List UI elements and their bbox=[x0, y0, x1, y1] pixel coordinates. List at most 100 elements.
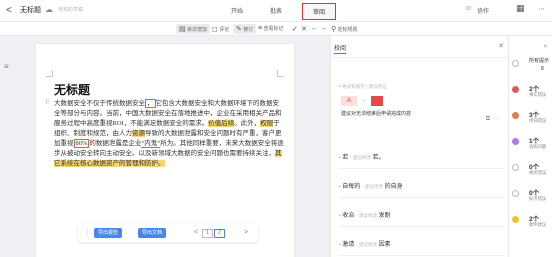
review-panel: 校阅 ✕ • 格式和规范 | 建议修正 A → 建议对无法结束后申请完成内容 ⋯… bbox=[330, 36, 508, 257]
toc-button[interactable]: ▤ 目次增加 bbox=[176, 24, 211, 34]
back-icon[interactable]: < bbox=[6, 5, 12, 16]
category-dot-icon bbox=[512, 86, 519, 93]
card-suggestion: 若。 bbox=[372, 155, 385, 161]
outline-menu-icon[interactable]: ≡ bbox=[4, 62, 9, 71]
drag-dots-icon[interactable]: ⋮ bbox=[84, 228, 91, 236]
prev-icon[interactable]: ← bbox=[311, 25, 318, 32]
review-card[interactable]: • 格式和规范 | 建议修正 A → 建议对无法结束后申请完成内容 ⋯ ⧉ bbox=[339, 82, 504, 138]
document-heading[interactable]: 无标题 bbox=[54, 81, 90, 98]
card-meta: 建议修改 bbox=[353, 155, 372, 160]
category-dot-icon bbox=[512, 164, 519, 171]
toc-icon: ▤ bbox=[179, 26, 186, 33]
rules-icon: ⚲ bbox=[331, 26, 337, 33]
reject-icon[interactable]: ✕ bbox=[301, 25, 307, 33]
left-gutter: ≡ bbox=[0, 36, 14, 257]
stat-label: 8 bbox=[541, 66, 544, 72]
text-run: 的数据泄露是企业 bbox=[89, 140, 142, 147]
rules-button[interactable]: ⚲ 定标规则 bbox=[331, 25, 358, 33]
track-changes-button[interactable]: ✎ 修订 bbox=[233, 24, 257, 34]
card-suggestion: 发耐 bbox=[378, 213, 391, 219]
card-suggestion: 建议对无法结束后申请完成内容 bbox=[341, 111, 412, 117]
review-card[interactable]: • 自每的 · 建议修改 的自身 bbox=[339, 175, 504, 198]
bottom-bar: ⋮ 导出报告 导出文档 < 1 2 > bbox=[78, 224, 258, 242]
category-dot-icon bbox=[512, 216, 519, 223]
prev-page-icon[interactable]: < bbox=[194, 229, 198, 236]
next-page-icon[interactable]: > bbox=[244, 229, 248, 236]
collaborate-button[interactable]: 协作 bbox=[477, 6, 489, 15]
card-suggestion: 的自身 bbox=[384, 184, 403, 190]
suggestion-chip[interactable] bbox=[371, 96, 383, 106]
accept-icon[interactable]: ✓ bbox=[292, 25, 298, 33]
highlight-box[interactable]: 80% bbox=[73, 139, 90, 148]
stat-label: 标点错误 bbox=[529, 196, 547, 201]
page-2[interactable]: 2 bbox=[214, 229, 225, 238]
bullet: • bbox=[339, 213, 341, 219]
card-suggestion: 因素 bbox=[378, 242, 391, 248]
user-icon[interactable]: ☺ bbox=[465, 5, 472, 12]
stat-label: 语病问题 bbox=[529, 144, 547, 149]
top-bar: < 无标题 ☁ 未知的草稿 开始 批表 审阅 ☺ 协作 ▦ ⋯ bbox=[0, 0, 552, 22]
stat-filter[interactable]: 1个 语病问题 bbox=[509, 134, 552, 158]
category-dot-icon bbox=[512, 60, 519, 67]
document-paragraph[interactable]: 大数据安全不仅于传统数据安全，它包含大数据安全和大数据环境下的数据安全等部分与内… bbox=[54, 99, 284, 169]
stat-filter[interactable]: 所有提示 8 bbox=[509, 56, 552, 80]
more-icon[interactable]: ⋯ bbox=[494, 116, 500, 123]
card-meta: 建议修正 bbox=[369, 84, 388, 89]
bullet: • bbox=[339, 242, 341, 248]
stat-filter[interactable]: 0个 格式错误 bbox=[509, 160, 552, 184]
text-run: 。此外， bbox=[234, 120, 261, 127]
stat-label: 用词错误 bbox=[529, 118, 547, 123]
close-icon[interactable]: ✕ bbox=[543, 43, 548, 50]
review-card[interactable]: • 激请 · 建议修改 因素 bbox=[339, 233, 504, 256]
stat-label: 事实错误 bbox=[529, 92, 547, 97]
card-meta: 建议修改 bbox=[365, 184, 384, 189]
arrow-icon: → bbox=[361, 97, 367, 103]
highlight-underline[interactable]: “内鬼” bbox=[141, 140, 161, 148]
rules-label: 定标规则 bbox=[337, 27, 358, 33]
comment-icon: ◻ bbox=[212, 26, 218, 33]
highlight-yellow[interactable]: 价值后续 bbox=[208, 120, 235, 127]
stat-filter[interactable]: 2个 事实错误 bbox=[509, 82, 552, 106]
review-card[interactable]: • 收治 · 建议修改 发耐 bbox=[339, 204, 504, 227]
text-run: 大数据安全不仅于传统数据安全 bbox=[54, 100, 145, 107]
card-original: 若 bbox=[342, 155, 349, 161]
bullet: • bbox=[339, 84, 341, 90]
copy-icon[interactable]: ⧉ bbox=[486, 116, 490, 123]
card-original: 自每的 bbox=[342, 184, 361, 190]
card-type: 格式和规范 bbox=[342, 84, 365, 89]
tab-review[interactable]: 审阅 bbox=[302, 3, 337, 20]
stat-filter[interactable]: 2个 稿件建议 bbox=[509, 212, 552, 236]
comment-button[interactable]: ◻ 评论 bbox=[212, 25, 229, 33]
markup-icon: ≡ bbox=[258, 25, 263, 32]
tab-start[interactable]: 开始 bbox=[231, 6, 243, 15]
export-doc-button[interactable]: 导出文档 bbox=[138, 228, 166, 238]
tab-insert[interactable]: 批表 bbox=[270, 6, 282, 15]
close-icon[interactable]: ✕ bbox=[498, 42, 504, 50]
bullet: • bbox=[339, 155, 341, 161]
stat-filter[interactable]: 3个 用词错误 bbox=[509, 108, 552, 132]
document-title[interactable]: 无标题 bbox=[20, 5, 41, 15]
highlight-box[interactable]: ， bbox=[145, 99, 156, 108]
show-markup-button[interactable]: ≡ 查看标记 bbox=[258, 25, 284, 32]
edit-icon: ✎ bbox=[236, 26, 242, 33]
drag-handle-icon[interactable]: ⠿ bbox=[45, 99, 49, 106]
markup-label: 查看标记 bbox=[263, 26, 284, 32]
stat-filter[interactable]: 0个 标点错误 bbox=[509, 186, 552, 210]
card-meta: 建议修改 bbox=[359, 213, 378, 218]
card-meta: 建议修改 bbox=[359, 242, 378, 247]
next-icon[interactable]: → bbox=[320, 25, 327, 32]
highlight-yellow[interactable]: 资源 bbox=[132, 130, 145, 137]
crop-mark bbox=[277, 70, 284, 77]
cloud-icon: ☁ bbox=[45, 5, 53, 14]
panel-title[interactable]: 校阅 bbox=[334, 43, 347, 54]
save-status: 未知的草稿 bbox=[58, 7, 84, 13]
grid-icon[interactable]: ▦ bbox=[516, 3, 525, 14]
more-icon[interactable]: ⋯ bbox=[538, 5, 545, 13]
category-dot-icon bbox=[512, 138, 519, 145]
export-report-button[interactable]: 导出报告 bbox=[94, 228, 122, 238]
review-card[interactable]: • 若 · 建议修改 若。 bbox=[339, 146, 504, 169]
highlight-yellow[interactable]: 权限 bbox=[260, 120, 274, 127]
original-chip[interactable]: A bbox=[341, 96, 357, 106]
review-toolbar: ▤ 目次增加 ◻ 评论 ✎ 修订 ≡ 查看标记 ✓ ✕ ← → ⚲ 定标规则 bbox=[0, 22, 552, 36]
page-1[interactable]: 1 bbox=[202, 229, 213, 238]
